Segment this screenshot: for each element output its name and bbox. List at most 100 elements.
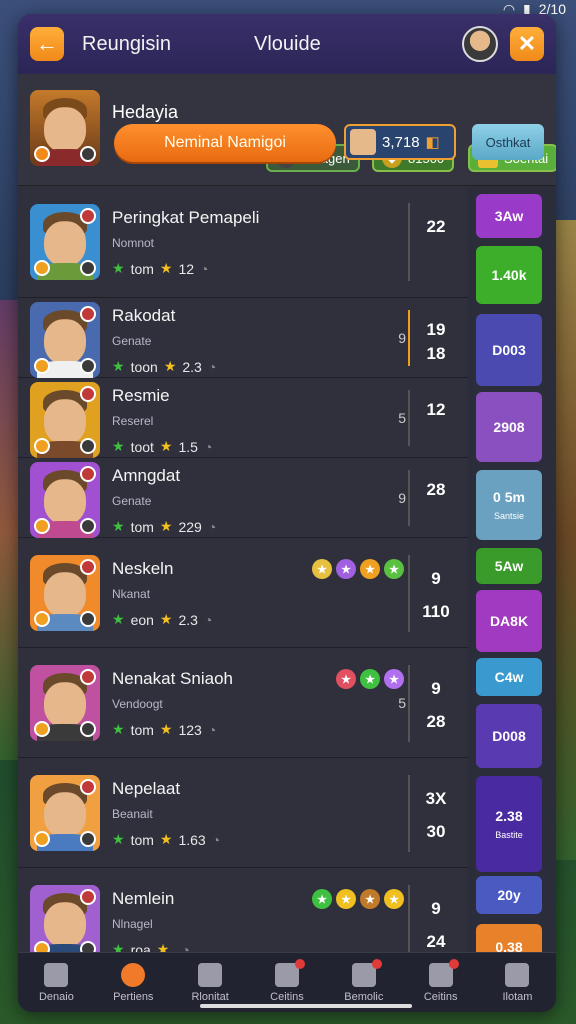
tab-1[interactable]: Pertiens: [98, 962, 168, 1003]
player-row[interactable]: Neskeln Nkanat ★ eon ★ 2.3 ◔ 9 110 ★ ★ ★ ★: [18, 538, 468, 648]
tab-4[interactable]: Bemolic: [329, 958, 399, 1003]
back-button[interactable]: ←: [30, 27, 64, 61]
user-avatar[interactable]: [462, 26, 498, 62]
player-name: Nemlein: [112, 889, 175, 908]
level-badge: [34, 260, 50, 276]
player-subtitle: Nomnot: [112, 236, 155, 250]
reward-card-label: 20y: [497, 887, 521, 903]
reward-card-label: DA8K: [489, 613, 529, 629]
player-avatar[interactable]: [30, 775, 100, 851]
header: ← Reungisin Vlouide ✕: [18, 14, 556, 74]
player-avatar[interactable]: [30, 555, 100, 631]
reward-card[interactable]: 1.40k: [476, 246, 542, 304]
tab-3[interactable]: Ceitins: [252, 958, 322, 1003]
player-row[interactable]: Nenakat Sniaoh Vendoogt ★ tom ★ 123 ◔ 5 …: [18, 648, 468, 758]
achievement-icon: ★: [312, 559, 332, 579]
tab-label: Ceitins: [270, 990, 304, 1003]
reward-card-label: 5Aw: [494, 558, 524, 574]
player-avatar[interactable]: [30, 302, 100, 378]
player-name: Neskeln: [112, 559, 174, 578]
reward-card[interactable]: C4w: [476, 658, 542, 696]
player-avatar[interactable]: [30, 462, 100, 538]
player-stats: ★ tom ★ 123 ◔: [112, 721, 217, 738]
reward-card[interactable]: 20y: [476, 876, 542, 914]
player-avatar[interactable]: [30, 382, 100, 458]
tab-2[interactable]: Rlonitat: [175, 962, 245, 1003]
player-row[interactable]: Peringkat Pemapeli Nomnot ★ tom ★ 12 ◔ 2…: [18, 186, 468, 298]
player-rank: 5: [398, 410, 406, 426]
achievement-icon: ★: [384, 889, 404, 909]
profile-avatar[interactable]: [30, 90, 100, 166]
info-icon: ◔: [211, 831, 221, 848]
reward-card-label: C4w: [494, 669, 524, 685]
info-icon: ◔: [207, 358, 217, 375]
player-row[interactable]: Resmie Reserel ★ toot ★ 1.5 ◔ 5 12: [18, 378, 468, 458]
reward-card[interactable]: 2908: [476, 392, 542, 462]
level-badge: [34, 146, 50, 162]
class-badge: [80, 306, 96, 322]
reward-card[interactable]: 2.38 Bastite: [476, 776, 542, 872]
player-score: 12: [426, 400, 446, 420]
star-icon: ★: [159, 611, 173, 627]
row-divider: [408, 664, 410, 742]
star-icon: ★: [112, 721, 125, 737]
row-divider: [408, 390, 410, 446]
player-row[interactable]: Nemlein Nlnagel ★ roa ★ ◔ 9 24 ★ ★ ★ ★: [18, 868, 468, 956]
star-icon: ★: [112, 438, 125, 454]
star-icon: ★: [159, 518, 173, 534]
primary-action-button[interactable]: Neminal Namigoi: [114, 124, 336, 162]
player-stats: ★ toot ★ 1.5 ◔: [112, 438, 213, 455]
player-row[interactable]: Rakodat Genate ★ toon ★ 2.3 ◔ 9 19 18: [18, 298, 468, 378]
reward-card[interactable]: 0 5m Santsie: [476, 470, 542, 540]
player-stats: ★ tom ★ 1.63 ◔: [112, 831, 221, 848]
player-score-secondary: 18: [426, 344, 446, 364]
player-stats: ★ tom ★ 229 ◔: [112, 518, 217, 535]
arrow-left-icon: ←: [36, 31, 58, 56]
reward-card[interactable]: D008: [476, 704, 542, 768]
player-avatar[interactable]: [30, 204, 100, 280]
achievement-icon: ★: [312, 889, 332, 909]
header-title: Reungisin: [82, 32, 171, 55]
level-badge: [34, 721, 50, 737]
player-avatar[interactable]: [30, 885, 100, 956]
reward-card[interactable]: 3Aw: [476, 194, 542, 238]
star-icon: ★: [159, 721, 173, 737]
achievement-icons: ★ ★ ★ ★: [312, 889, 404, 909]
info-icon: ◔: [207, 518, 217, 535]
tab-5[interactable]: Ceitins: [406, 958, 476, 1003]
player-list: Peringkat Pemapeli Nomnot ★ tom ★ 12 ◔ 2…: [18, 186, 556, 956]
reward-card-label: 2.38: [495, 808, 523, 824]
player-avatar[interactable]: [30, 665, 100, 741]
class-badge: [80, 208, 96, 224]
info-icon: ◔: [203, 611, 213, 628]
achievement-icon: ★: [336, 559, 356, 579]
reward-card-label: 3Aw: [494, 208, 524, 224]
reward-card[interactable]: DA8K: [476, 590, 542, 652]
star-icon: ★: [112, 831, 125, 847]
tab-label: Rlonitat: [191, 990, 229, 1003]
reward-card[interactable]: 5Aw: [476, 548, 542, 584]
player-rank: 5: [398, 695, 406, 711]
star-icon: ★: [159, 438, 173, 454]
star-icon: ★: [159, 831, 173, 847]
tab-0[interactable]: Denaio: [21, 962, 91, 1003]
achievement-icon: ★: [384, 559, 404, 579]
reward-card[interactable]: D003: [476, 314, 542, 386]
reward-card-sub: Santsie: [493, 511, 525, 521]
achievement-icon: ★: [360, 669, 380, 689]
player-stats: ★ toon ★ 2.3 ◔: [112, 358, 217, 375]
reward-card-label: 2908: [493, 419, 525, 435]
secondary-action-button[interactable]: Osthkat: [472, 124, 544, 160]
bottom-tab-bar: Denaio Pertiens Rlonitat Ceitins Bemolic…: [18, 952, 556, 1012]
team-icon: [505, 962, 530, 987]
player-row[interactable]: Amngdat Genate ★ tom ★ 229 ◔ 9 28: [18, 458, 468, 538]
tab-6[interactable]: Ilotam: [482, 962, 552, 1003]
close-button[interactable]: ✕: [510, 27, 544, 61]
player-row[interactable]: Nepelaat Beanait ★ tom ★ 1.63 ◔ 3X 30: [18, 758, 468, 868]
player-score-secondary: 110: [422, 601, 450, 621]
player-score: 22: [426, 217, 446, 237]
class-badge: [80, 669, 96, 685]
info-icon: ◔: [203, 438, 213, 455]
achievement-icon: ★: [360, 559, 380, 579]
player-score: 9: [431, 678, 441, 698]
